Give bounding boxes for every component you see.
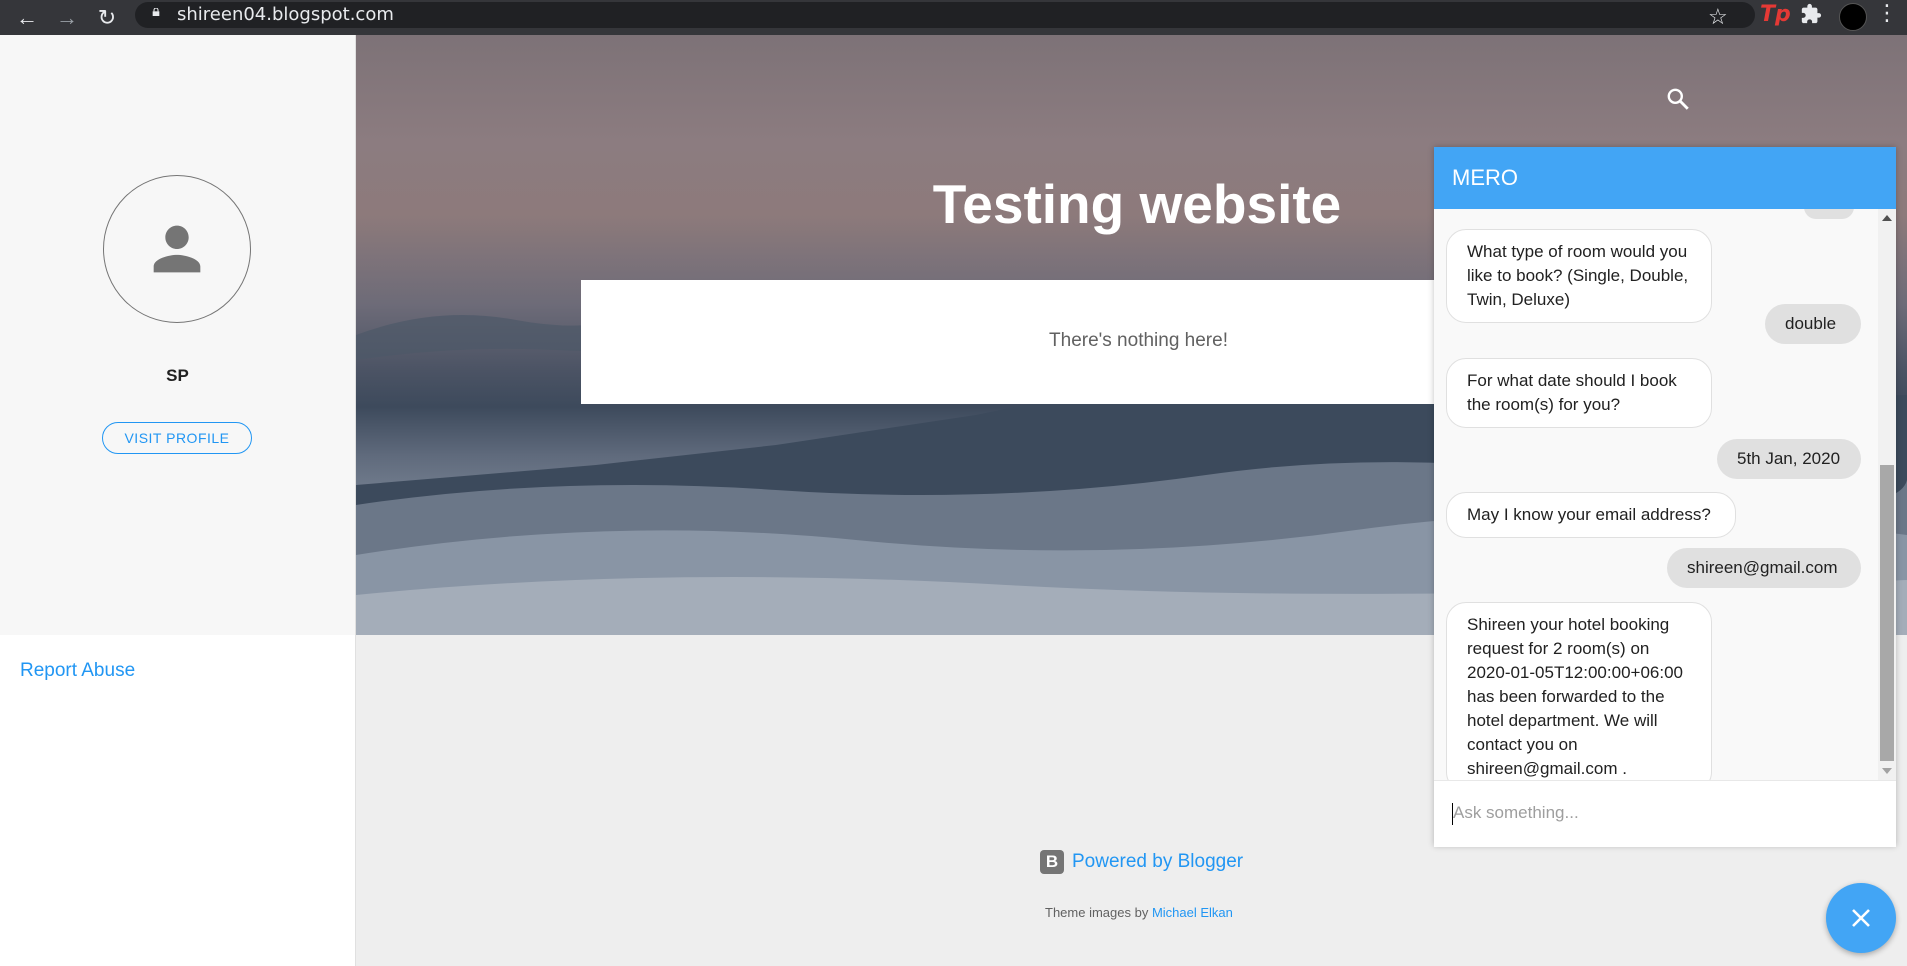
close-icon [1852,909,1870,927]
theme-author-link[interactable]: Michael Elkan [1152,905,1233,920]
chat-input-placeholder: Ask something... [1453,803,1579,822]
browser-toolbar: ← → ↻ shireen04.blogspot.com ☆ Tp ⋮ [0,0,1907,35]
kebab-menu-icon[interactable]: ⋮ [1876,1,1898,26]
reload-icon[interactable]: ↻ [94,5,120,31]
chat-message-bot: May I know your email address? [1446,492,1736,538]
star-icon[interactable]: ☆ [1708,4,1728,30]
avatar[interactable] [103,175,251,323]
chat-scrollbar[interactable] [1878,209,1896,780]
person-icon [153,225,201,273]
visit-profile-button[interactable]: VISIT PROFILE [102,422,252,454]
address-bar[interactable]: shireen04.blogspot.com [135,2,1755,28]
chat-message-bot: What type of room would you like to book… [1446,229,1712,323]
url-text: shireen04.blogspot.com [177,4,394,25]
search-icon[interactable] [1665,86,1691,112]
scroll-up-icon[interactable] [1882,215,1892,221]
chat-message-bot: Shireen your hotel booking request for 2… [1446,602,1712,780]
powered-by-blogger[interactable]: B Powered by Blogger [1040,850,1243,874]
chat-bot-name: MERO [1452,165,1518,190]
back-icon[interactable]: ← [14,5,40,31]
chat-message-partial [1804,209,1854,219]
theme-credit: Theme images by Michael Elkan [1045,905,1233,920]
forward-icon[interactable]: → [54,5,80,31]
report-abuse-link[interactable]: Report Abuse [20,660,135,682]
chat-header: MERO [1434,147,1896,209]
scroll-thumb[interactable] [1880,465,1894,761]
scroll-down-icon[interactable] [1882,768,1892,774]
profile-icon[interactable] [1839,3,1867,31]
tp-extension-icon[interactable]: Tp [1760,2,1791,27]
close-chat-button[interactable] [1826,883,1896,953]
theme-credit-prefix: Theme images by [1045,905,1149,920]
chat-message-user: double [1765,304,1861,344]
chat-message-bot: For what date should I book the room(s) … [1446,358,1712,428]
profile-name: SP [166,366,189,385]
sidebar [0,35,355,635]
chat-message-user: shireen@gmail.com [1667,548,1861,588]
chat-messages[interactable]: What type of room would you like to book… [1434,209,1896,780]
puzzle-icon[interactable] [1800,3,1822,31]
blogger-icon: B [1040,850,1064,874]
lock-icon [152,8,160,16]
chat-widget: MERO What type of room would you like to… [1434,147,1896,847]
powered-by-link[interactable]: Powered by Blogger [1072,851,1243,873]
chat-input-field[interactable]: Ask something... [1434,780,1896,847]
sidebar-lower [0,635,355,966]
chat-message-user: 5th Jan, 2020 [1717,439,1861,479]
